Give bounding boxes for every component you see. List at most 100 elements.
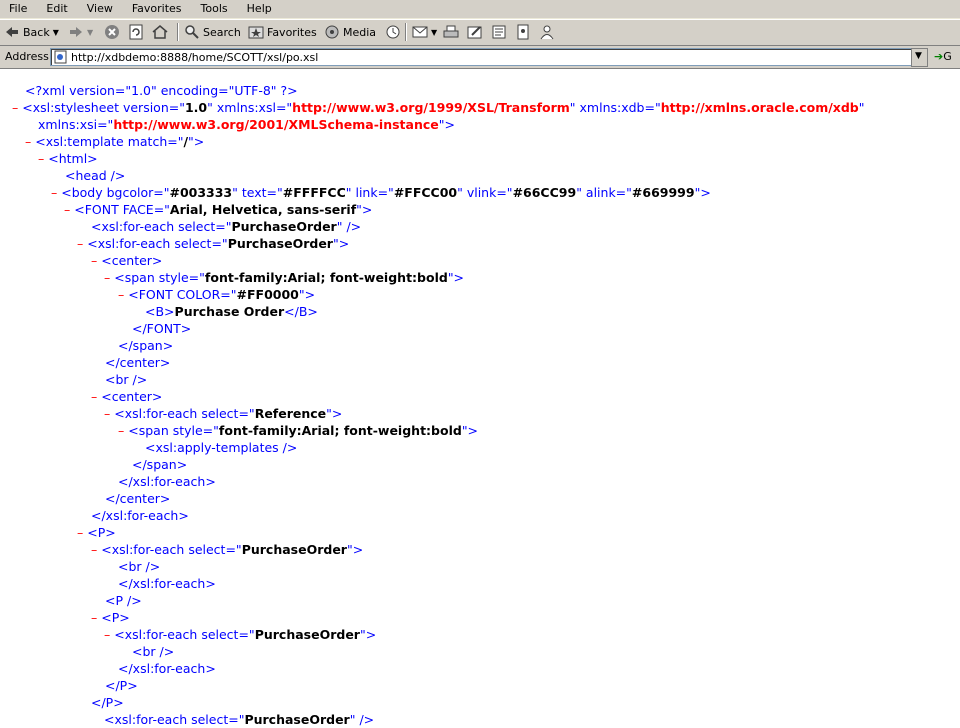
xml-line-content: <br /> xyxy=(132,643,174,660)
xml-line: </P> xyxy=(0,694,960,711)
xml-line-content: <xsl:apply-templates /> xyxy=(145,439,297,456)
collapse-toggle[interactable]: – xyxy=(91,253,101,268)
address-label: Address xyxy=(5,50,49,63)
xml-markup: " /> xyxy=(336,219,362,234)
xml-line: <br /> xyxy=(0,643,960,660)
back-label: Back xyxy=(23,25,50,39)
collapse-toggle[interactable]: – xyxy=(91,542,101,557)
xml-line: <?xml version="1.0" encoding="UTF-8" ?> xyxy=(0,82,960,99)
menu-file[interactable]: File xyxy=(9,0,27,15)
xml-line: – <P> xyxy=(0,609,960,626)
xml-markup: </FONT> xyxy=(132,321,192,336)
xml-markup: <span style=" xyxy=(128,423,219,438)
xml-line: </xsl:for-each> xyxy=(0,473,960,490)
home-button[interactable] xyxy=(152,22,168,42)
print-icon xyxy=(443,24,459,40)
collapse-toggle[interactable]: – xyxy=(104,270,114,285)
xml-line: – <xsl:stylesheet version="1.0" xmlns:xs… xyxy=(0,99,960,116)
chevron-down-icon[interactable]: ▼ xyxy=(431,28,437,37)
address-url: http://xdbdemo:8888/home/SCOTT/xsl/po.xs… xyxy=(71,51,319,64)
xml-markup: <xsl:for-each select=" xyxy=(101,542,242,557)
media-button[interactable]: Media xyxy=(324,22,376,42)
collapse-toggle[interactable]: – xyxy=(25,134,35,149)
xml-markup: " text=" xyxy=(232,185,283,200)
xml-markup: <FONT FACE=" xyxy=(74,202,170,217)
history-button[interactable] xyxy=(385,22,401,42)
collapse-toggle[interactable]: – xyxy=(51,185,61,200)
xml-line-content: – <center> xyxy=(91,252,162,269)
chevron-down-icon[interactable]: ▼ xyxy=(87,28,93,37)
collapse-toggle[interactable]: – xyxy=(77,525,87,540)
xml-value: http://www.w3.org/1999/XSL/Transform xyxy=(292,100,570,115)
menu-tools[interactable]: Tools xyxy=(201,0,228,15)
address-dropdown-button[interactable]: ▼ xyxy=(911,48,928,67)
address-bar: Address http://xdbdemo:8888/home/SCOTT/x… xyxy=(0,46,960,69)
collapse-toggle[interactable]: – xyxy=(12,100,22,115)
xml-line: – <center> xyxy=(0,252,960,269)
print-button[interactable] xyxy=(443,22,459,42)
xml-line-content: – <FONT FACE="Arial, Helvetica, sans-ser… xyxy=(64,201,372,218)
xml-markup: <br /> xyxy=(105,372,148,387)
xml-value: PurchaseOrder xyxy=(227,236,333,251)
xml-line-content: – <center> xyxy=(91,388,162,405)
forward-button[interactable]: ▼ xyxy=(68,22,93,42)
page-icon xyxy=(54,50,68,67)
xml-markup: "> xyxy=(356,202,373,217)
collapse-toggle[interactable]: – xyxy=(104,627,114,642)
xml-line: – <xsl:for-each select="PurchaseOrder"> xyxy=(0,626,960,643)
xml-markup: <xsl:for-each select=" xyxy=(114,406,255,421)
xml-line-content: – <xsl:for-each select="PurchaseOrder"> xyxy=(91,541,363,558)
xml-markup: <center> xyxy=(101,253,163,268)
collapse-toggle[interactable]: – xyxy=(104,406,114,421)
xml-line-content: </center> xyxy=(105,354,170,371)
go-button[interactable]: ➔G xyxy=(934,50,952,63)
xml-markup: "> xyxy=(438,117,455,132)
menu-view[interactable]: View xyxy=(87,0,113,15)
collapse-toggle[interactable]: – xyxy=(118,287,128,302)
xml-markup: </center> xyxy=(105,491,171,506)
xml-line: <xsl:apply-templates /> xyxy=(0,439,960,456)
xml-line-content: – <xsl:for-each select="PurchaseOrder"> xyxy=(104,626,376,643)
xml-markup: <P /> xyxy=(105,593,142,608)
xml-line: </center> xyxy=(0,354,960,371)
refresh-button[interactable] xyxy=(128,22,144,42)
xml-markup: "> xyxy=(298,287,316,302)
xml-markup: " link=" xyxy=(345,185,394,200)
collapse-toggle[interactable]: – xyxy=(91,389,101,404)
xml-line-content: </span> xyxy=(132,456,187,473)
xml-markup: </span> xyxy=(118,338,174,353)
mail-button[interactable]: ▼ xyxy=(412,22,437,42)
go-arrow-icon: ➔ xyxy=(934,50,944,63)
xml-markup: <xsl:for-each select=" xyxy=(91,219,232,234)
menu-favorites[interactable]: Favorites xyxy=(132,0,182,15)
xml-line: <head /> xyxy=(0,167,960,184)
collapse-toggle[interactable]: – xyxy=(77,236,87,251)
back-button[interactable]: Back ▼ xyxy=(4,22,59,42)
home-icon xyxy=(152,24,168,40)
xml-line-content: <br /> xyxy=(105,371,147,388)
discuss-button[interactable] xyxy=(491,22,507,42)
xml-markup: <?xml version="1.0" encoding="UTF-8" ?> xyxy=(25,83,298,98)
xml-markup: </center> xyxy=(105,355,171,370)
xml-markup: <P> xyxy=(87,525,116,540)
search-button[interactable]: Search xyxy=(184,22,241,42)
edit-button[interactable] xyxy=(467,22,483,42)
xml-line: </xsl:for-each> xyxy=(0,575,960,592)
collapse-toggle[interactable]: – xyxy=(64,202,74,217)
search-label: Search xyxy=(203,25,241,39)
stop-button[interactable] xyxy=(104,22,120,42)
menu-edit[interactable]: Edit xyxy=(46,0,67,15)
chevron-down-icon[interactable]: ▼ xyxy=(53,28,59,37)
back-arrow-icon xyxy=(4,24,20,40)
menu-help[interactable]: Help xyxy=(247,0,272,15)
collapse-toggle[interactable]: – xyxy=(118,423,128,438)
menu-bar: File Edit View Favorites Tools Help xyxy=(0,0,960,19)
xml-line-content: <br /> xyxy=(118,558,160,575)
research-button[interactable] xyxy=(515,22,531,42)
xml-value: Arial, Helvetica, sans-serif xyxy=(169,202,357,217)
collapse-toggle[interactable]: – xyxy=(91,610,101,625)
favorites-button[interactable]: Favorites xyxy=(248,22,317,42)
collapse-toggle[interactable]: – xyxy=(38,151,48,166)
address-input[interactable]: http://xdbdemo:8888/home/SCOTT/xsl/po.xs… xyxy=(50,48,912,66)
messenger-button[interactable] xyxy=(539,22,555,42)
